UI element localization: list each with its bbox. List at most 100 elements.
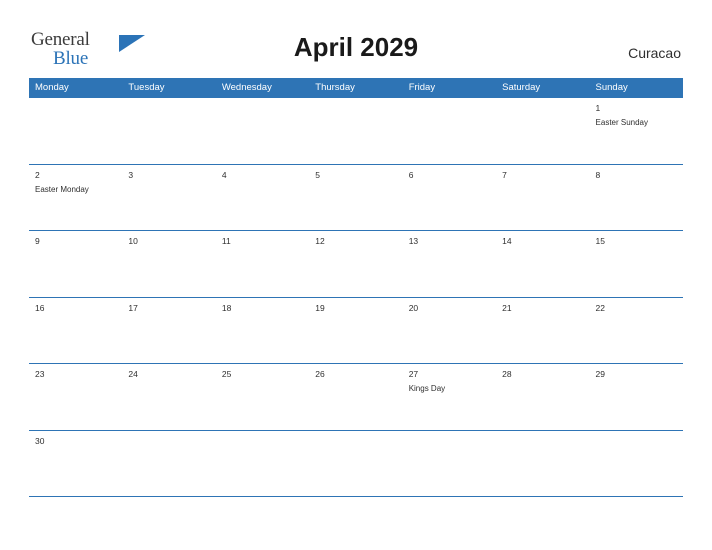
day-cell[interactable]: 20	[402, 297, 497, 363]
day-cell[interactable]: 13	[402, 231, 497, 297]
day-number	[222, 435, 303, 447]
day-event: Easter Monday	[35, 184, 89, 194]
day-number	[596, 435, 677, 447]
day-cell[interactable]: 15	[589, 231, 683, 297]
weekday-friday: Friday	[403, 78, 497, 98]
day-number: 18	[221, 302, 232, 313]
day-cell[interactable]: 27 Kings Day	[402, 364, 497, 430]
day-cell[interactable]: 24	[122, 364, 216, 430]
day-number: 10	[128, 236, 138, 246]
day-cell[interactable]: 10	[122, 231, 216, 297]
day-cell[interactable]: 22	[589, 297, 683, 363]
day-number: 25	[221, 369, 232, 379]
page-header: General Blue April 2029 Curacao	[0, 0, 712, 78]
weekday-tuesday: Tuesday	[122, 78, 216, 98]
day-number: 3	[128, 169, 134, 180]
day-cell[interactable]: 25	[215, 364, 310, 430]
day-number: 21	[502, 302, 512, 313]
day-cell[interactable]: 26	[309, 364, 403, 430]
day-cell[interactable]: 1 Easter Sunday	[589, 98, 683, 164]
day-cell[interactable]: 7	[496, 164, 590, 230]
day-number	[222, 102, 303, 114]
day-number: 26	[315, 369, 325, 379]
day-cell[interactable]: 9	[29, 231, 123, 297]
day-cell[interactable]: 17	[122, 297, 216, 363]
day-cell[interactable]: 6	[402, 164, 497, 230]
weekday-header-row: Monday Tuesday Wednesday Thursday Friday…	[29, 78, 683, 98]
weekday-wednesday: Wednesday	[216, 78, 310, 98]
day-number: 27	[408, 369, 419, 379]
day-number: 14	[502, 236, 512, 246]
day-number: 30	[35, 435, 45, 446]
day-cell[interactable]: 3	[122, 164, 216, 230]
day-cell[interactable]: 2 Easter Monday	[29, 164, 123, 230]
day-number: 8	[595, 169, 601, 180]
day-cell[interactable]	[215, 98, 310, 164]
day-number: 13	[408, 236, 419, 246]
day-cell[interactable]: 4	[215, 164, 310, 230]
day-cell[interactable]: 18	[215, 297, 310, 363]
week-row: 16 17 18 19 20 21 22	[29, 297, 683, 364]
day-cell[interactable]: 5	[309, 164, 403, 230]
week-row: 9 10 11 12 13 14 15	[29, 231, 683, 298]
day-cell[interactable]: 16	[29, 297, 123, 363]
day-cell[interactable]: 30	[29, 430, 123, 496]
day-cell[interactable]	[589, 430, 683, 496]
day-number: 23	[35, 369, 45, 379]
day-number: 16	[35, 302, 45, 313]
day-number: 22	[595, 302, 605, 313]
day-cell[interactable]	[122, 430, 216, 496]
calendar-page: General Blue April 2029 Curacao Monday T…	[0, 0, 712, 550]
day-cell[interactable]	[496, 98, 590, 164]
day-number: 1	[595, 103, 601, 113]
day-number	[35, 102, 116, 114]
day-number: 7	[502, 169, 507, 180]
day-number: 5	[315, 169, 320, 180]
weekday-saturday: Saturday	[496, 78, 590, 98]
week-row: 30	[29, 430, 683, 497]
day-number	[128, 435, 209, 447]
day-cell[interactable]: 19	[309, 297, 403, 363]
day-number: 29	[595, 369, 605, 379]
day-cell[interactable]: 12	[309, 231, 403, 297]
week-row: 1 Easter Sunday	[29, 98, 683, 165]
day-cell[interactable]: 28	[496, 364, 590, 430]
day-cell[interactable]	[122, 98, 216, 164]
day-number: 12	[315, 236, 325, 246]
day-cell[interactable]: 23	[29, 364, 123, 430]
day-cell[interactable]	[309, 98, 403, 164]
calendar-grid: Monday Tuesday Wednesday Thursday Friday…	[29, 78, 683, 497]
day-cell[interactable]: 11	[215, 231, 310, 297]
day-number: 4	[221, 169, 227, 180]
day-number	[315, 102, 396, 114]
day-number: 19	[315, 302, 325, 313]
day-number	[409, 435, 490, 447]
day-number	[315, 435, 396, 447]
day-number: 15	[595, 236, 605, 246]
day-number: 17	[128, 302, 138, 313]
day-number: 2	[35, 169, 40, 180]
day-cell[interactable]: 29	[589, 364, 683, 430]
day-cell[interactable]	[496, 430, 590, 496]
week-row: 23 24 25 26 27 Kings Day 28 29	[29, 364, 683, 431]
day-number: 9	[35, 236, 40, 246]
day-cell[interactable]: 14	[496, 231, 590, 297]
day-cell[interactable]	[402, 98, 497, 164]
day-number	[502, 435, 583, 447]
day-number: 28	[502, 369, 512, 379]
day-cell[interactable]	[215, 430, 310, 496]
day-number	[128, 102, 209, 114]
day-number	[502, 102, 583, 114]
locale-label: Curacao	[628, 45, 681, 61]
day-cell[interactable]	[29, 98, 123, 164]
day-cell[interactable]	[402, 430, 497, 496]
day-number: 11	[221, 236, 231, 246]
week-row: 2 Easter Monday 3 4 5 6 7 8	[29, 164, 683, 231]
day-number: 6	[408, 169, 414, 180]
day-cell[interactable]: 21	[496, 297, 590, 363]
weekday-monday: Monday	[29, 78, 123, 98]
day-cell[interactable]: 8	[589, 164, 683, 230]
page-title: April 2029	[293, 32, 419, 62]
day-cell[interactable]	[309, 430, 403, 496]
weekday-thursday: Thursday	[309, 78, 403, 98]
